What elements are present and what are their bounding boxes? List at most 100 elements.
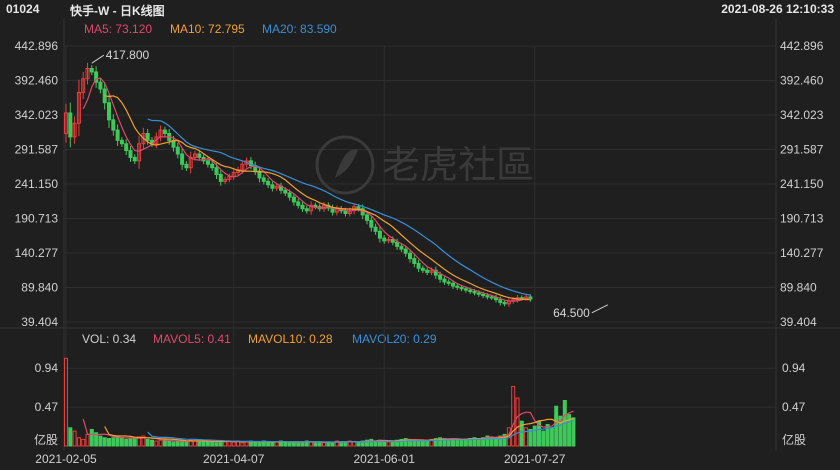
volume-bar [81,438,86,447]
price-tick-label-right: 392.460 [780,73,824,87]
candle-body [463,288,468,291]
price-tick-label-right: 39.404 [780,315,817,329]
volume-bar [571,417,576,447]
candle-body [107,102,111,121]
candle-body [68,112,73,138]
ma10-line [104,95,531,301]
volume-bar [386,441,391,447]
volume-bar [175,440,180,447]
candle-body [111,119,116,131]
volume-tick-label-left: 0.94 [35,361,59,375]
candle-body [162,129,167,134]
candle-body [468,289,473,292]
candle-body [498,299,503,303]
ma5-line [82,77,531,302]
volume-bar [111,437,116,447]
candle-body [197,153,202,158]
candlestick-chart: 442.896 442.896 392.460 392.460 342.023 342.0… [0,18,840,466]
volume-bar [154,440,159,447]
candle-body [519,297,524,300]
candle-body [382,237,387,242]
candle-body [442,278,447,283]
volume-bar [197,440,202,447]
candle-body [313,204,318,208]
candle-body [408,252,412,260]
date-label: 2021-02-05 [35,452,97,466]
watermark-claw-icon [335,149,358,178]
volume-bar [68,427,73,447]
price-tick-label-right: 140.277 [780,246,824,260]
candle-body [476,292,481,295]
candle-body [369,219,374,228]
candle-body [270,184,275,189]
volume-bar [270,442,275,447]
candle-body [399,245,404,250]
volume-bar [167,440,172,447]
candle-body [390,239,395,243]
price-tick-label-left: 442.896 [15,39,59,53]
candle-body [214,167,219,176]
price-tick-label-left: 241.150 [15,177,59,191]
candle-body [377,230,382,239]
candle-body [132,156,137,162]
candle-body [296,201,301,206]
candle-body [365,214,369,221]
candle-body [304,208,309,212]
candle-body [472,290,477,294]
volume-bar [532,425,537,447]
volume-unit-left: 亿股 [34,432,58,447]
candle-body [291,196,296,203]
candle-body [356,206,361,210]
candle-body [124,143,129,152]
high-annotation-line [91,54,105,64]
candle-body [287,192,292,198]
volume-bar [296,442,301,447]
candle-body [119,139,124,145]
candle-body [180,153,185,165]
price-tick-label-left: 392.460 [15,73,59,87]
volume-tick-label-right: 0.94 [782,361,806,375]
volume-bar [132,437,137,447]
volume-bar [287,442,292,447]
volume-bar [330,442,335,447]
volume-tick-label-right: 0.47 [782,400,806,414]
candle-body [451,282,455,287]
price-tick-label-left: 140.277 [15,246,59,260]
price-tick-label-right: 291.587 [780,142,824,156]
mavol20-line [147,420,574,443]
price-tick-label-left: 39.404 [21,315,58,329]
candle-body [485,295,490,298]
candle-body [416,262,421,269]
volume-bar [459,439,464,447]
volume-bar [107,438,111,447]
volume-bar [85,433,90,447]
candle-body [205,160,210,165]
candle-body [261,177,266,182]
date-label: 2021-04-07 [203,452,265,466]
price-tick-label-left: 190.713 [15,212,59,226]
volume-bar [322,442,326,447]
candle-body [502,301,507,305]
candle-body [145,132,150,141]
volume-bar [425,440,430,447]
low-annotation-label: 64.500 [553,306,590,320]
volume-bar [128,438,133,447]
candle-body [89,68,94,73]
price-tick-label-right: 342.023 [780,108,824,122]
volume-bar [369,438,374,447]
date-label: 2021-06-01 [354,452,416,466]
candle-body [218,174,223,182]
candle-body [98,81,103,90]
volume-bar [524,427,529,447]
candle-body [494,297,498,301]
candle-body [425,269,430,273]
volume-unit-right: 亿股 [782,432,806,447]
volume-bar [76,437,81,447]
date-label: 2021-07-27 [504,452,566,466]
volume-bar [145,438,150,447]
candle-body [395,241,400,247]
volume-bar [158,439,163,447]
volume-bar [214,442,219,447]
candle-body [403,248,408,254]
candle-body [283,189,288,194]
